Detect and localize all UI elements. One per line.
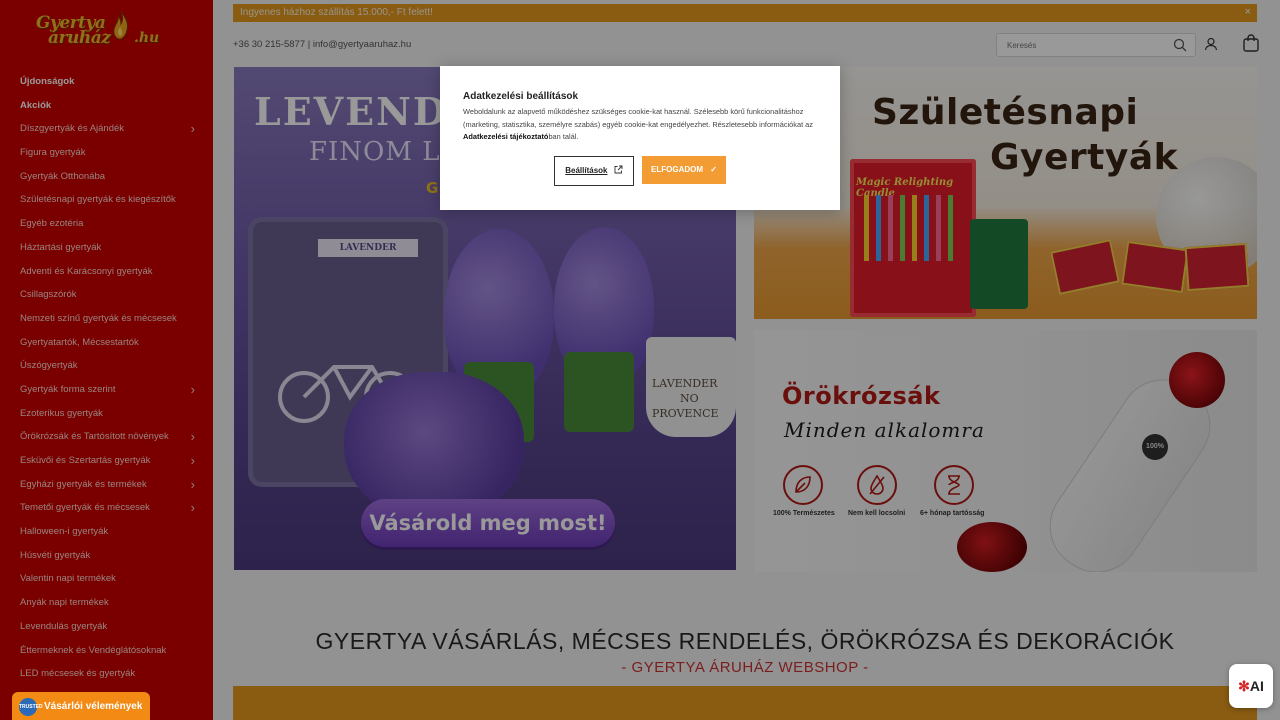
accept-label: ELFOGADOM	[651, 165, 704, 174]
ai-star-icon: ✻	[1238, 678, 1250, 694]
ai-assistant-button[interactable]: ✻AI	[1229, 664, 1273, 708]
cookie-accept-button[interactable]: ELFOGADOM ✓	[642, 156, 726, 184]
cookie-title: Adatkezelési beállítások	[463, 91, 579, 102]
customer-reviews-widget[interactable]: TRUSTED Vásárlói vélemények	[12, 692, 150, 720]
external-link-icon	[614, 165, 623, 174]
page: Gyertya áruház .hu Újdonságok Akciók Díszg…	[0, 0, 1280, 720]
cookie-dialog: Adatkezelési beállítások Weboldalunk az …	[440, 66, 840, 210]
check-icon: ✓	[710, 165, 717, 174]
ai-label: AI	[1249, 678, 1264, 694]
privacy-policy-link[interactable]: Adatkezelési tájékoztató	[463, 132, 548, 141]
cookie-text-part2: ban talál.	[548, 132, 579, 141]
reviews-label: Vásárlói vélemények	[44, 701, 143, 712]
trusted-shop-icon: TRUSTED	[19, 698, 43, 716]
settings-label: Beállítások	[565, 166, 608, 175]
cookie-text-part1: Weboldalunk az alapvető működéshez szüks…	[463, 107, 813, 129]
cookie-text: Weboldalunk az alapvető működéshez szüks…	[463, 106, 819, 144]
cookie-settings-button[interactable]: Beállítások	[554, 156, 634, 186]
